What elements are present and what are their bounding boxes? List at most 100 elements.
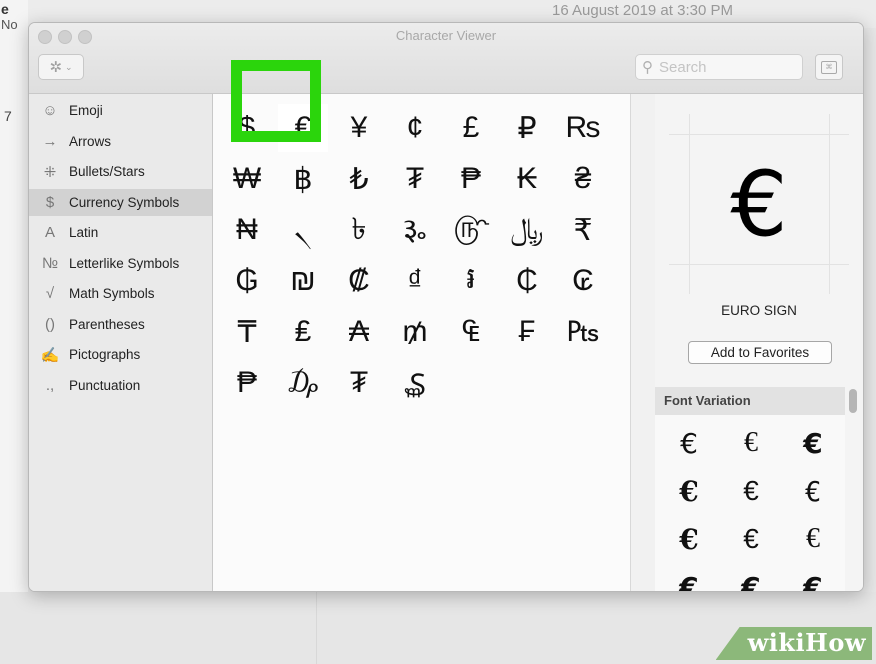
character-cell[interactable]: ₧ xyxy=(558,308,608,356)
sidebar-item-pictographs[interactable]: ✍ Pictographs xyxy=(29,341,212,368)
font-variation-cell[interactable]: € xyxy=(721,515,781,563)
sidebar-item-bullets-stars[interactable]: ⁜ Bullets/Stars xyxy=(29,158,212,185)
keyboard-viewer-icon: ⌘ xyxy=(821,61,837,74)
wikihow-watermark: wikiHow xyxy=(715,627,872,660)
sidebar-item-currency-symbols[interactable]: $ Currency Symbols xyxy=(29,188,212,216)
character-cell[interactable]: ₩ xyxy=(222,155,272,203)
character-cell[interactable]: ₪ xyxy=(278,257,328,305)
sidebar-item-emoji[interactable]: ☺ Emoji xyxy=(29,97,212,124)
search-field[interactable]: ⚲ xyxy=(635,54,803,80)
action-menu-button[interactable]: ✲ ⌄ xyxy=(38,54,84,80)
character-grid: $ € ¥ ¢ £ ₽ ₨ ₩ ฿ ₺ ₮ ₱ ₭ ₴ ₦ ৲ ৳ ૱ ௹ ﷼ ₹ ₲ ₪ ₡ ₫ ៛ ₵ ₢ ₸ ₤ ₳ ₥ ₠ ₣ ₧ ₱ ₯ ₮ ₷ xyxy=(213,94,630,591)
background-document-margin xyxy=(0,0,28,664)
character-cell[interactable]: ฿ xyxy=(278,155,328,203)
character-cell[interactable]: ௹ xyxy=(446,206,496,254)
character-cell[interactable]: ৲ xyxy=(278,206,328,254)
grid-divider xyxy=(630,94,631,591)
font-variation-cell[interactable]: € xyxy=(659,419,719,467)
sidebar-item-arrows[interactable]: → Arrows xyxy=(29,128,212,155)
sidebar-item-label: Currency Symbols xyxy=(69,194,180,210)
category-icon: ✍ xyxy=(40,346,60,364)
category-icon: № xyxy=(41,254,59,272)
character-cell[interactable]: ₳ xyxy=(334,308,384,356)
background-text-no: No xyxy=(1,17,18,32)
character-cell[interactable]: ₽ xyxy=(502,104,552,152)
character-cell[interactable]: ₢ xyxy=(558,257,608,305)
gear-icon: ✲ xyxy=(49,59,63,76)
character-viewer-window: Character Viewer ✲ ⌄ ⚲ ⌘ ☺ Emoji → Arrows ⁜ B… xyxy=(28,22,864,592)
character-detail-pane: € EURO SIGN Add to Favorites Font Variat… xyxy=(655,94,863,591)
character-cell[interactable]: ₣ xyxy=(502,308,552,356)
character-cell[interactable]: ₭ xyxy=(502,155,552,203)
character-cell[interactable]: ₴ xyxy=(558,155,608,203)
character-cell[interactable]: ₥ xyxy=(390,308,440,356)
font-variation-cell[interactable]: € xyxy=(721,419,781,467)
sidebar-item-letterlike-symbols[interactable]: № Letterlike Symbols xyxy=(29,250,212,277)
sidebar-item-label: Math Symbols xyxy=(69,286,155,301)
add-to-favorites-button[interactable]: Add to Favorites xyxy=(688,341,832,364)
character-name: EURO SIGN xyxy=(721,303,797,318)
font-variation-header: Font Variation xyxy=(655,387,845,415)
font-variation-cell[interactable]: € xyxy=(783,515,843,563)
character-cell[interactable]: ¥ xyxy=(334,104,384,152)
character-cell[interactable]: ៛ xyxy=(446,257,496,305)
toggle-view-button[interactable]: ⌘ xyxy=(815,54,843,80)
character-cell[interactable]: ₦ xyxy=(222,206,272,254)
character-cell[interactable]: ¢ xyxy=(390,104,440,152)
glyph-preview: € xyxy=(669,114,849,294)
character-cell[interactable]: ₹ xyxy=(558,206,608,254)
sidebar-item-label: Parentheses xyxy=(69,316,145,332)
background-date: 16 August 2019 at 3:30 PM xyxy=(552,2,733,19)
sidebar-item-label: Latin xyxy=(69,225,99,240)
title-bar: Character Viewer ✲ ⌄ ⚲ ⌘ xyxy=(29,23,863,94)
sidebar-item-parentheses[interactable]: () Parentheses xyxy=(29,311,212,338)
font-variation-cell[interactable]: € xyxy=(721,467,781,515)
character-cell[interactable]: ₺ xyxy=(334,155,384,203)
scrollbar-thumb[interactable] xyxy=(849,389,857,413)
sidebar-item-punctuation[interactable]: ., Punctuation xyxy=(29,372,212,399)
font-variation-cell[interactable]: € xyxy=(783,467,843,515)
character-cell[interactable]: ₷ xyxy=(390,359,440,407)
character-cell[interactable]: ﷼ xyxy=(502,206,552,254)
font-variation-cell[interactable]: € xyxy=(783,419,843,467)
sidebar-item-math-symbols[interactable]: √ Math Symbols xyxy=(29,280,212,307)
character-cell[interactable]: ₲ xyxy=(222,257,272,305)
category-icon: √ xyxy=(45,285,55,302)
sidebar-item-label: Bullets/Stars xyxy=(69,164,145,179)
character-cell[interactable]: ₱ xyxy=(222,359,272,407)
font-variation-cell[interactable]: € xyxy=(783,563,843,592)
search-icon: ⚲ xyxy=(642,59,653,76)
category-icon: ., xyxy=(45,376,55,394)
character-cell[interactable]: £ xyxy=(446,104,496,152)
character-cell[interactable]: ₱ xyxy=(446,155,496,203)
category-icon: ⁜ xyxy=(43,163,57,181)
category-sidebar: ☺ Emoji → Arrows ⁜ Bullets/Stars $ Currency Sym… xyxy=(29,94,213,591)
sidebar-item-label: Pictographs xyxy=(69,347,141,362)
search-input[interactable] xyxy=(657,57,781,77)
character-cell[interactable]: ₫ xyxy=(390,257,440,305)
character-cell[interactable]: ₨ xyxy=(558,104,608,152)
category-icon: ☺ xyxy=(42,102,58,119)
category-icon: → xyxy=(42,132,58,150)
character-cell[interactable]: ₮ xyxy=(390,155,440,203)
character-cell[interactable]: ₯ xyxy=(278,359,328,407)
font-variation-cell[interactable]: € xyxy=(659,515,719,563)
sidebar-item-label: Arrows xyxy=(69,133,112,149)
character-cell[interactable]: ৳ xyxy=(334,206,384,254)
chevron-down-icon: ⌄ xyxy=(65,61,73,72)
sidebar-item-latin[interactable]: A Latin xyxy=(29,219,212,246)
character-cell[interactable]: ₵ xyxy=(502,257,552,305)
preview-glyph: € xyxy=(730,151,788,257)
category-icon: () xyxy=(45,315,55,333)
category-icon: A xyxy=(44,224,55,241)
font-variation-cell[interactable]: € xyxy=(659,563,719,592)
character-cell[interactable]: ₡ xyxy=(334,257,384,305)
sidebar-item-label: Letterlike Symbols xyxy=(69,255,180,271)
character-cell[interactable]: ₸ xyxy=(222,308,272,356)
character-cell[interactable]: ₮ xyxy=(334,359,384,407)
character-cell[interactable]: ₤ xyxy=(278,308,328,356)
character-cell[interactable]: ૱ xyxy=(390,206,440,254)
character-cell[interactable]: ₠ xyxy=(446,308,496,356)
font-variation-cell[interactable]: € xyxy=(659,467,719,515)
font-variation-cell[interactable]: € xyxy=(721,563,781,592)
